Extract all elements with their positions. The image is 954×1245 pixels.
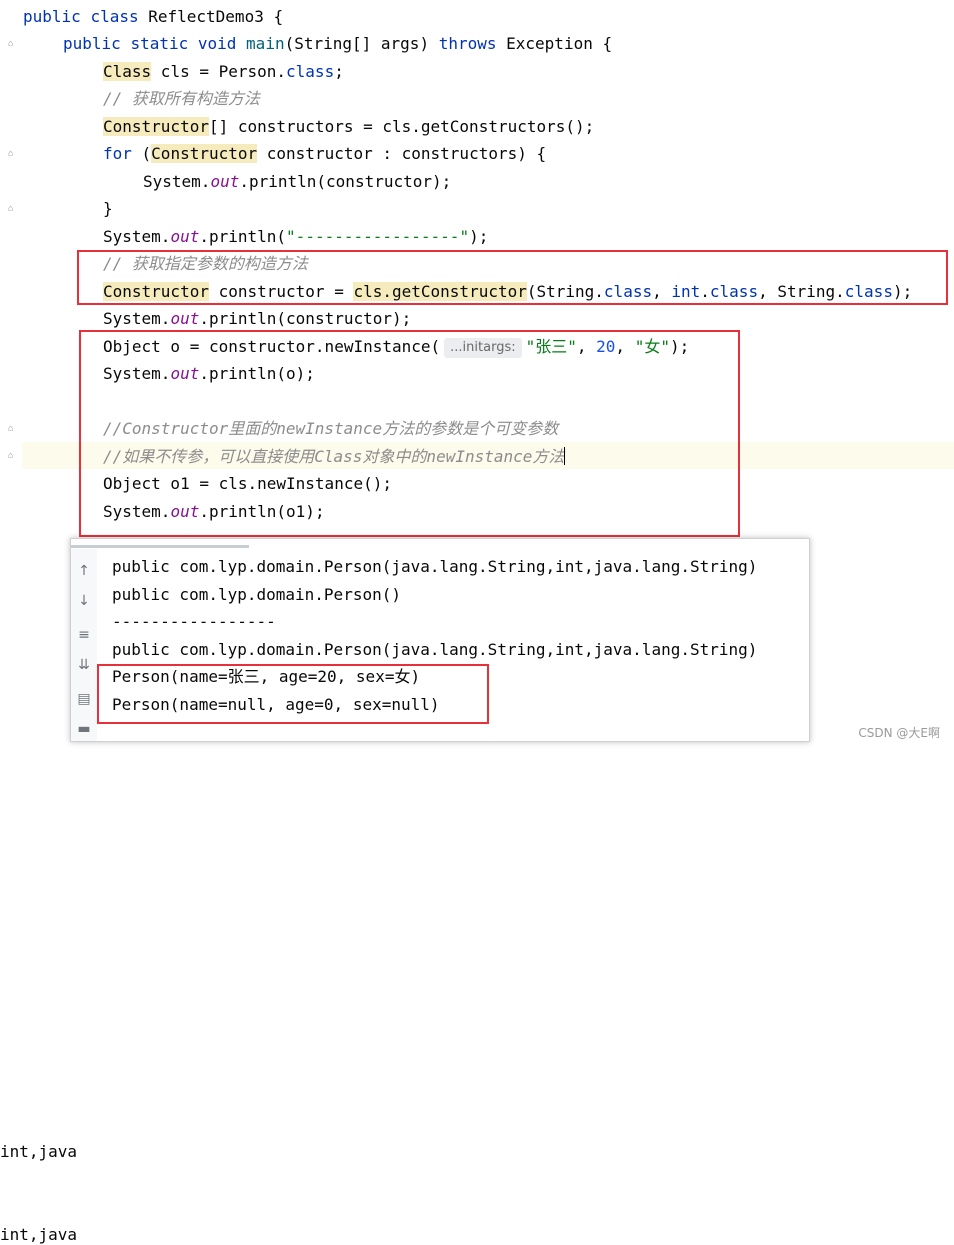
console-output-line: public com.lyp.domain.Person(java.lang.S…	[112, 640, 758, 659]
code-comment: // 获取所有构造方法	[103, 89, 260, 108]
annotation-box	[79, 330, 740, 537]
fold-icon[interactable]: ⌂	[8, 40, 17, 49]
code-line: for (Constructor constructor : construct…	[103, 144, 547, 163]
annotation-box	[97, 664, 489, 724]
annotation-box	[77, 250, 948, 305]
soft-wrap-icon[interactable]: ≡	[74, 625, 94, 645]
arrow-down-icon[interactable]: ↓	[74, 591, 94, 611]
run-toolbar: ↑ ↓ ≡ ⇊ ▤ ▬	[71, 549, 97, 741]
run-output-popup[interactable]: ↑ ↓ ≡ ⇊ ▤ ▬ public com.lyp.domain.Person…	[70, 538, 810, 742]
fold-icon[interactable]: ⌂	[8, 205, 17, 214]
code-line: System.out.println("-----------------");	[103, 227, 489, 246]
fold-icon[interactable]: ⌂	[8, 425, 17, 434]
scroll-to-end-icon[interactable]: ⇊	[74, 655, 94, 675]
fold-icon[interactable]: ⌂	[8, 150, 17, 159]
run-panel-left: int,java int,java	[0, 548, 77, 1244]
editor-gutter: ⌂ ⌂ ⌂ ⌂ ⌂	[0, 0, 22, 548]
console-output-line: public com.lyp.domain.Person()	[112, 585, 401, 604]
watermark: CSDN @大E啊	[858, 726, 940, 740]
trash-icon[interactable]: ▬	[74, 719, 94, 739]
code-line: System.out.println(constructor);	[143, 172, 452, 191]
code-line: }	[103, 199, 113, 218]
print-icon[interactable]: ▤	[74, 689, 94, 709]
truncated-text: int,java	[0, 1225, 78, 1244]
code-line: public static void main(String[] args) t…	[63, 34, 613, 53]
code-line: Constructor[] constructors = cls.getCons…	[103, 117, 595, 136]
console-output-line: public com.lyp.domain.Person(java.lang.S…	[112, 557, 758, 576]
code-editor[interactable]: ⌂ ⌂ ⌂ ⌂ ⌂ public class ReflectDemo3 { pu…	[0, 0, 954, 548]
code-line: public class ReflectDemo3 {	[23, 7, 284, 26]
popup-tab-indicator	[71, 545, 249, 548]
console-output-line: -----------------	[112, 612, 276, 631]
arrow-up-icon[interactable]: ↑	[74, 561, 94, 581]
truncated-text: int,java	[0, 1142, 78, 1161]
code-line: Class cls = Person.class;	[103, 62, 344, 81]
code-line: System.out.println(constructor);	[103, 309, 412, 328]
fold-icon[interactable]: ⌂	[8, 452, 17, 461]
